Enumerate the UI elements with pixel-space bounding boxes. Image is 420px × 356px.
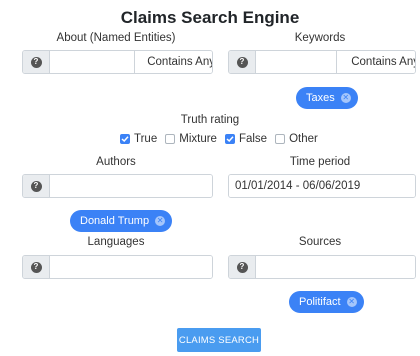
sources-input[interactable] (256, 256, 415, 278)
languages-input[interactable] (50, 256, 212, 278)
truth-rating-options: True Mixture False Other (120, 133, 326, 145)
question-circle-icon: ? (236, 56, 248, 68)
keywords-label: Keywords (294, 32, 346, 44)
question-circle-icon: ? (30, 180, 42, 192)
author-chip: Donald Trump ✕ (70, 210, 173, 232)
keywords-help[interactable]: ? (229, 51, 256, 73)
close-circle-icon[interactable]: ✕ (346, 297, 357, 307)
time-period-label: Time period (289, 156, 351, 168)
time-period-input[interactable] (229, 175, 415, 197)
question-circle-icon: ? (236, 261, 248, 273)
truth-option-true[interactable]: True (120, 133, 157, 145)
sources-label: Sources (298, 236, 342, 248)
truth-option-mixture[interactable]: Mixture (165, 133, 217, 145)
about-match-select[interactable]: Contains Any (134, 51, 212, 73)
sources-help[interactable]: ? (229, 256, 256, 278)
question-circle-icon: ? (30, 56, 42, 68)
languages-label: Languages (87, 236, 145, 248)
languages-help[interactable]: ? (23, 256, 50, 278)
languages-field-group: ? (22, 255, 213, 279)
claims-search-button[interactable]: CLAIMS SEARCH (177, 328, 261, 352)
keywords-input[interactable] (256, 51, 336, 73)
close-circle-icon[interactable]: ✕ (340, 93, 351, 103)
keywords-field-group: ? Contains Any (228, 50, 416, 74)
close-circle-icon[interactable]: ✕ (155, 216, 166, 226)
checkbox-icon[interactable] (165, 134, 176, 144)
authors-field-group: ? (22, 174, 213, 198)
source-chip: Politifact ✕ (289, 291, 364, 313)
time-period-field-group (228, 174, 416, 198)
truth-option-false[interactable]: False (224, 133, 267, 145)
authors-help[interactable]: ? (23, 175, 50, 197)
about-help[interactable]: ? (23, 51, 50, 73)
check-icon[interactable] (120, 134, 130, 144)
keyword-chip: Taxes ✕ (296, 87, 358, 109)
truth-option-other[interactable]: Other (275, 133, 318, 145)
authors-label: Authors (96, 156, 136, 168)
authors-input[interactable] (50, 175, 212, 197)
about-field-group: ? Contains Any (22, 50, 213, 74)
about-input[interactable] (50, 51, 134, 73)
checkbox-icon[interactable] (275, 134, 286, 144)
truth-rating-label: Truth rating (180, 114, 240, 126)
sources-field-group: ? (228, 255, 416, 279)
about-label: About (Named Entities) (56, 32, 176, 44)
keywords-match-select[interactable]: Contains Any (336, 51, 415, 73)
question-circle-icon: ? (30, 261, 42, 273)
check-icon[interactable] (224, 134, 235, 144)
page-title: Claims Search Engine (120, 8, 300, 27)
